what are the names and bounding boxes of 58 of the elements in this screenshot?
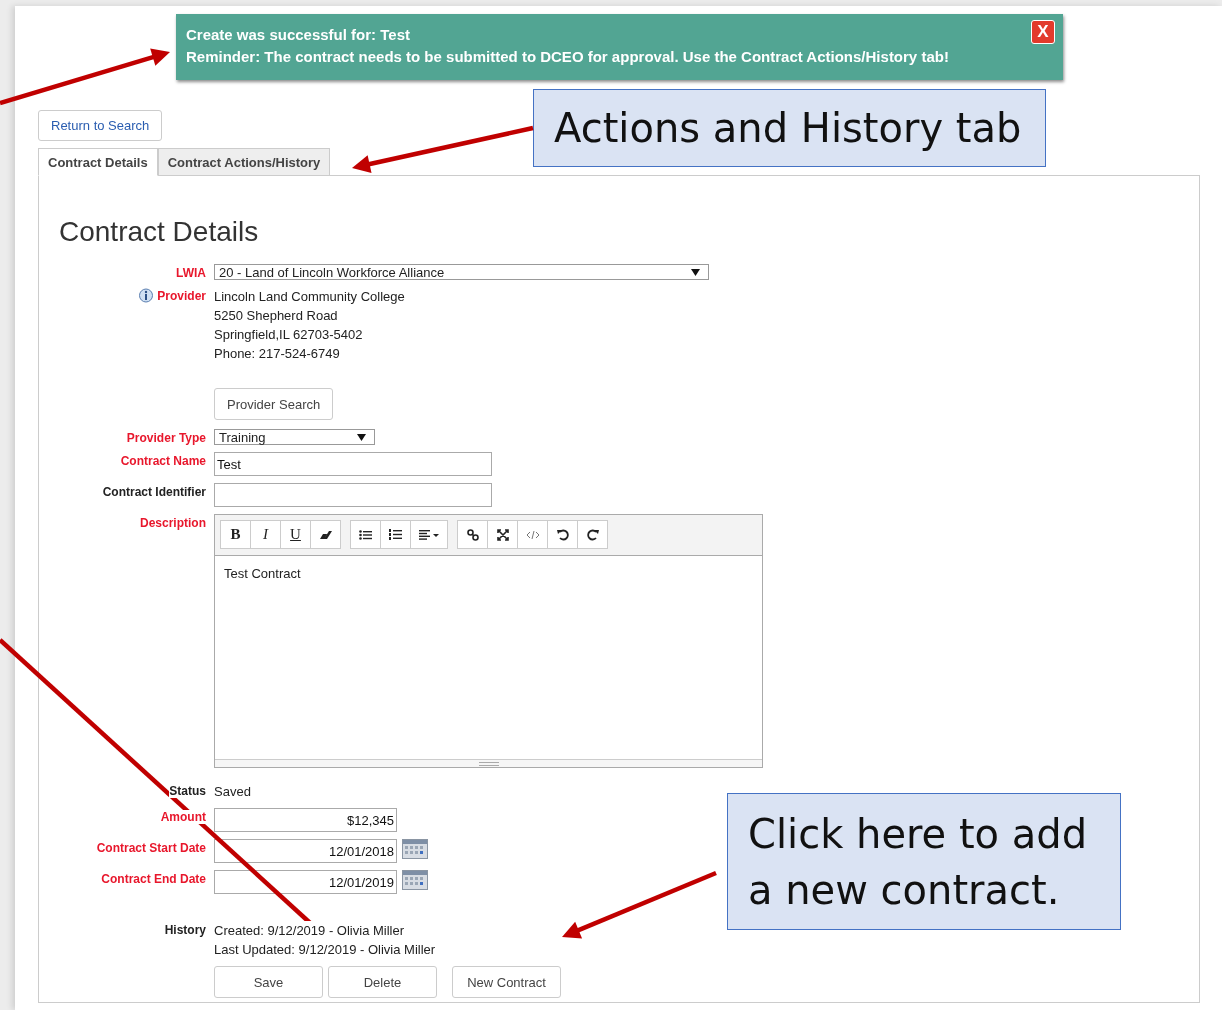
field-label: Amount — [160, 810, 206, 824]
info-icon[interactable] — [138, 288, 155, 304]
bulleted-list-icon — [359, 529, 372, 540]
field-label: History — [164, 923, 206, 937]
caret-icon — [357, 433, 366, 441]
provider-search-button[interactable]: Provider Search — [214, 388, 334, 420]
undo-icon — [556, 528, 569, 541]
resize-handle[interactable] — [215, 759, 762, 767]
fullscreen-icon — [496, 528, 509, 541]
field-label: Contract End Date — [101, 872, 206, 886]
field-label: LWIA — [176, 266, 206, 280]
notification-text: Reminder: The contract needs to be submitted to DCEO for approval. Use the Contract Actions/History tab! — [186, 47, 949, 67]
field-label: Provider Type — [126, 431, 206, 445]
undo-button[interactable] — [547, 520, 578, 549]
date-field[interactable]: 12/01/2019 — [214, 870, 397, 894]
bullets-button[interactable] — [350, 520, 381, 549]
code-icon — [525, 529, 540, 540]
action-button[interactable]: Delete — [328, 966, 437, 998]
input-field[interactable]: $12,345 — [214, 808, 397, 832]
field-label: Status — [169, 784, 206, 798]
italic-button[interactable]: I — [250, 520, 281, 549]
fullscreen-button[interactable] — [487, 520, 518, 549]
close-button[interactable]: X — [1031, 20, 1055, 44]
return-to-search-button[interactable]: Return to Search — [38, 110, 163, 141]
history-entry: Last Updated: 9/12/2019 - Olivia Miller — [214, 940, 436, 959]
link-button[interactable] — [457, 520, 488, 549]
redo-button[interactable] — [577, 520, 608, 549]
field-label: Contract Identifier — [102, 485, 206, 499]
history-entry: Created: 9/12/2019 - Olivia Miller — [214, 921, 405, 940]
numbered-list-icon — [389, 529, 402, 540]
dropdown[interactable]: 20 - Land of Lincoln Workforce Alliance — [214, 264, 709, 280]
numbers-button[interactable] — [380, 520, 411, 549]
align-button[interactable] — [410, 520, 448, 549]
editor-text: Test Contract — [224, 566, 301, 581]
input-field[interactable]: Test — [214, 452, 492, 476]
field-label: Provider — [157, 289, 206, 303]
caret-icon — [691, 268, 700, 276]
input-field[interactable] — [214, 483, 492, 507]
notification-text: Create was successful for: Test — [186, 25, 410, 45]
redo-icon — [586, 528, 599, 541]
field-label: Contract Start Date — [96, 841, 206, 855]
dropdown[interactable]: Training — [214, 429, 375, 445]
field-label: Contract Name — [120, 454, 206, 468]
field-label: Description — [140, 516, 206, 530]
eraser-button[interactable] — [310, 520, 341, 549]
date-field[interactable]: 12/01/2018 — [214, 839, 397, 863]
tab[interactable]: Contract Actions/History — [157, 148, 331, 176]
underline-button[interactable]: U — [280, 520, 311, 549]
annotation-callout: Actions and History tab — [533, 89, 1046, 167]
eraser-icon — [319, 529, 332, 540]
link-icon — [466, 528, 479, 541]
section-heading: Contract Details — [59, 215, 260, 249]
action-button[interactable]: New Contract — [452, 966, 561, 998]
align-icon — [419, 529, 439, 540]
tab[interactable]: Contract Details — [38, 148, 158, 176]
action-button[interactable]: Save — [214, 966, 323, 998]
annotation-callout: Click here to add a new contract. — [727, 793, 1121, 930]
bold-button[interactable]: B — [220, 520, 251, 549]
